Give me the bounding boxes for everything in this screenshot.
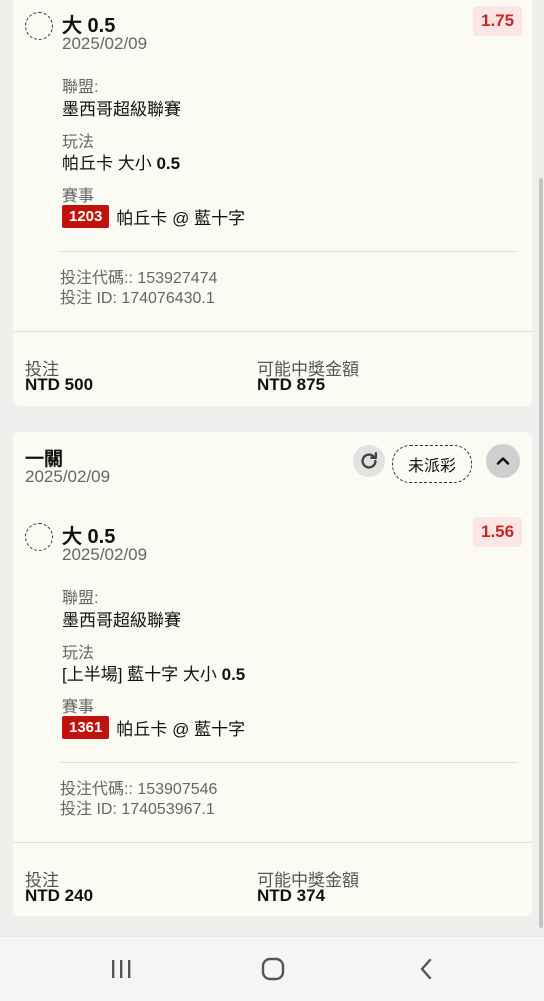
scrollbar[interactable] — [539, 178, 543, 928]
home-button[interactable] — [253, 953, 293, 985]
market-value: [上半場] 藍十字 大小 0.5 — [62, 665, 246, 684]
bet-slip-card: 一關 2025/02/09 未派彩 大 0.5 2025/02/09 1.56 … — [13, 432, 532, 916]
refresh-icon — [361, 452, 378, 469]
chevron-up-icon — [496, 457, 510, 465]
event-id-badge: 1203 — [62, 205, 110, 228]
divider — [13, 842, 532, 843]
home-icon — [261, 957, 285, 981]
bet-codes: 投注代碼:: 153907546 投注 ID: 174053967.1 — [60, 780, 217, 820]
event-id-badge: 1361 — [62, 716, 110, 739]
back-icon — [420, 958, 432, 980]
stake-value: NTD 500 — [25, 375, 94, 394]
odds-badge: 1.75 — [473, 6, 523, 36]
league-label: 聯盟: — [62, 79, 99, 96]
divider — [60, 762, 518, 763]
recent-apps-icon — [112, 960, 131, 978]
divider — [60, 251, 518, 252]
league-label: 聯盟: — [62, 590, 99, 607]
bet-code: 投注代碼:: 153927474 — [60, 270, 218, 287]
market-value: 帕丘卡 大小 0.5 — [62, 154, 181, 173]
event-label: 賽事 — [62, 188, 95, 205]
system-navigation-bar — [0, 936, 544, 1001]
status-badge: 未派彩 — [392, 445, 473, 483]
bet-id: 投注 ID: 174076430.1 — [60, 290, 215, 307]
refresh-button[interactable] — [353, 445, 385, 477]
back-button[interactable] — [406, 953, 446, 985]
divider — [13, 331, 532, 332]
bet-codes: 投注代碼:: 153927474 投注 ID: 174076430.1 — [60, 269, 217, 309]
bet-code: 投注代碼:: 153907546 — [60, 781, 218, 798]
bet-date: 2025/02/09 — [62, 545, 148, 564]
recent-apps-button[interactable] — [101, 953, 141, 985]
selection-circle-icon[interactable] — [25, 12, 53, 40]
stake-value: NTD 240 — [25, 886, 94, 905]
collapse-button[interactable] — [486, 444, 520, 478]
bet-id: 投注 ID: 174053967.1 — [60, 801, 215, 818]
bet-slip-card: 大 0.5 2025/02/09 1.75 聯盟: 墨西哥超級聯賽 玩法 帕丘卡… — [13, 0, 532, 406]
event-name: 帕丘卡 @ 藍十字 — [116, 209, 246, 228]
event-name: 帕丘卡 @ 藍十字 — [116, 720, 246, 739]
odds-badge: 1.56 — [473, 517, 523, 547]
event-row: 1361 帕丘卡 @ 藍十字 — [62, 715, 245, 740]
event-row: 1203 帕丘卡 @ 藍十字 — [62, 204, 245, 229]
payout-value: NTD 875 — [257, 375, 326, 394]
league-value: 墨西哥超級聯賽 — [62, 100, 181, 119]
selection-circle-icon[interactable] — [25, 523, 53, 551]
event-label: 賽事 — [62, 699, 95, 716]
league-value: 墨西哥超級聯賽 — [62, 611, 181, 630]
payout-value: NTD 374 — [257, 886, 326, 905]
slip-date: 2025/02/09 — [25, 467, 111, 486]
bet-date: 2025/02/09 — [62, 34, 148, 53]
